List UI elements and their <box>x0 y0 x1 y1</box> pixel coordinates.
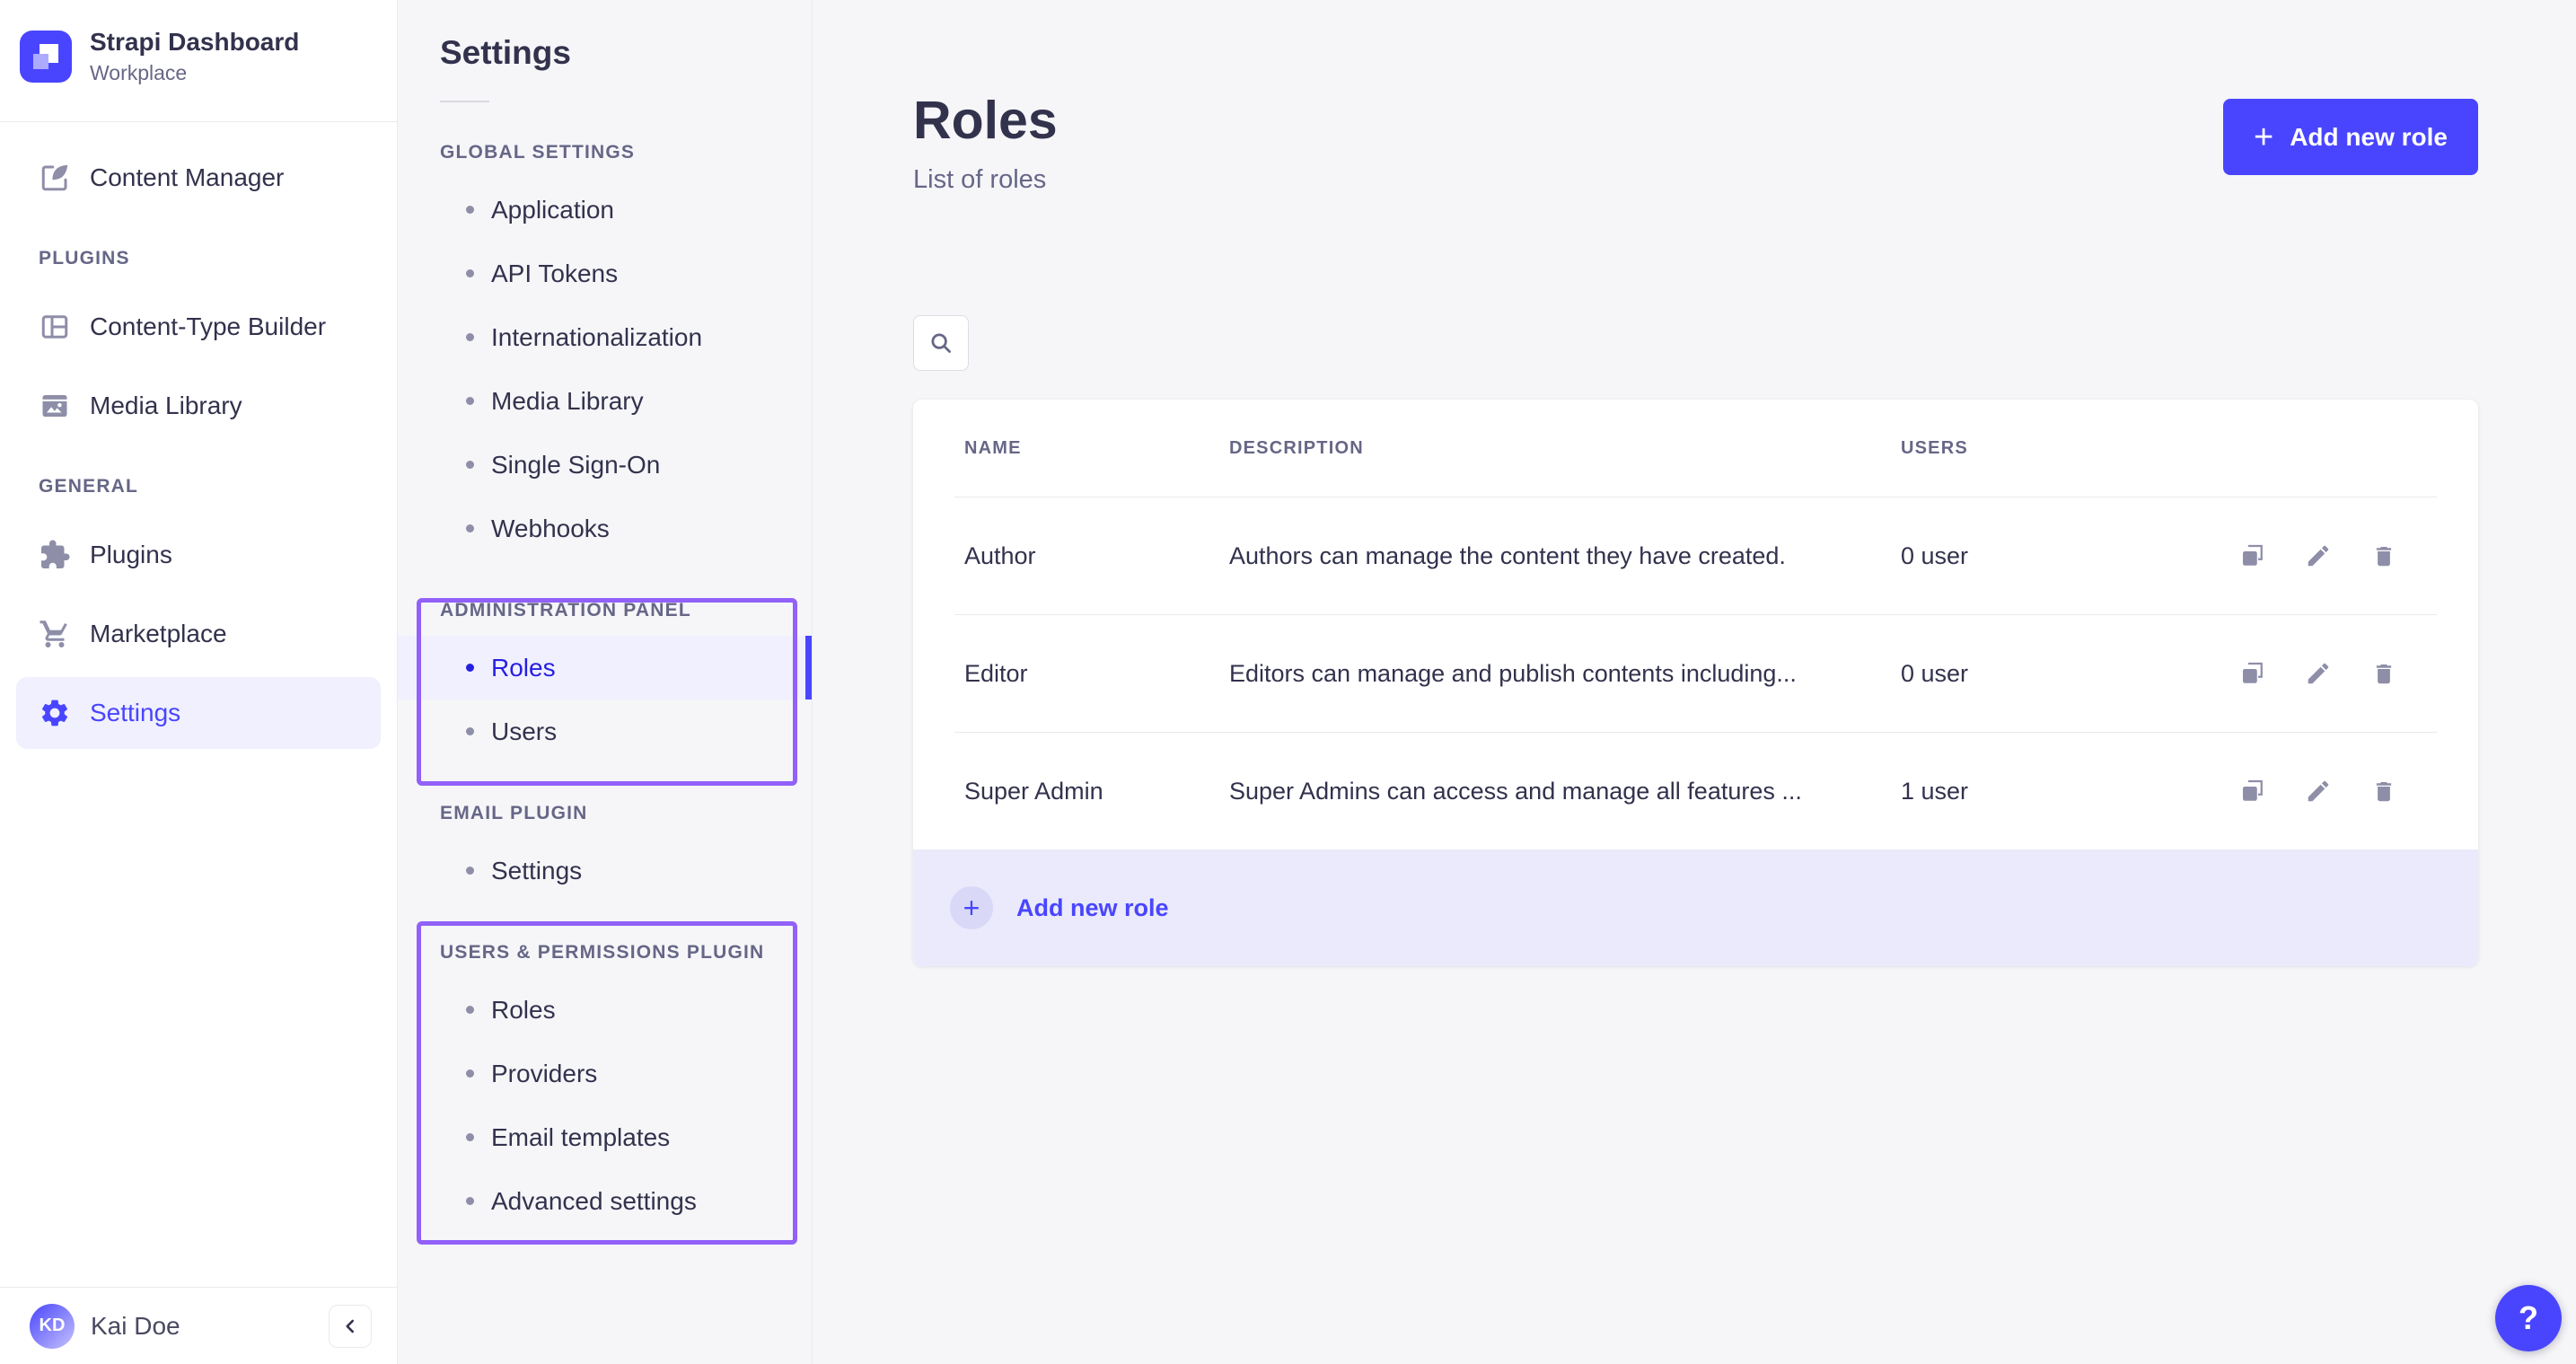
page-subtitle: List of roles <box>913 165 1058 195</box>
footer-add-role-label: Add new role <box>1016 894 1169 922</box>
settings-subnav-title: Settings <box>440 34 812 72</box>
row-actions <box>2236 542 2397 569</box>
sidebar-section-general: GENERAL <box>39 476 397 497</box>
subnav-section-administration-panel: ADMINISTRATION PANEL <box>440 600 812 621</box>
role-users-count: 0 user <box>1901 542 2236 570</box>
duplicate-role-button[interactable] <box>2239 542 2266 569</box>
subnav-section-users-permissions-plugin: USERS & PERMISSIONS PLUGIN <box>440 942 812 964</box>
column-header-description: DESCRIPTION <box>1229 438 1901 459</box>
column-header-name: NAME <box>964 438 1229 459</box>
help-button[interactable]: ? <box>2495 1285 2562 1351</box>
delete-role-button[interactable] <box>2370 778 2397 805</box>
table-row-super-admin[interactable]: Super Admin Super Admins can access and … <box>913 733 2478 849</box>
add-new-role-button[interactable]: + Add new role <box>2223 99 2478 175</box>
page-header: Roles List of roles + Add new role <box>913 90 2478 195</box>
sidebar-item-label: Marketplace <box>90 620 227 648</box>
sidebar-item-plugins[interactable]: Plugins <box>16 519 381 591</box>
role-description: Authors can manage the content they have… <box>1229 542 1901 570</box>
role-description: Super Admins can access and manage all f… <box>1229 778 1901 805</box>
subnav-item-media-library[interactable]: Media Library <box>398 369 812 433</box>
sidebar-item-label: Plugins <box>90 541 172 569</box>
sidebar-nav: Content Manager PLUGINS Content-Type Bui… <box>0 122 397 1287</box>
subnav-item-application[interactable]: Application <box>398 178 812 242</box>
strapi-logo-icon <box>20 31 72 83</box>
layout-grid-icon <box>39 311 71 343</box>
delete-role-button[interactable] <box>2370 660 2397 687</box>
roles-table-card: NAME DESCRIPTION USERS Author Authors ca… <box>913 400 2478 966</box>
main-content: Roles List of roles + Add new role NAME … <box>813 0 2576 1364</box>
subnav-item-label: Roles <box>491 654 556 682</box>
sidebar-section-plugins: PLUGINS <box>39 248 397 269</box>
subnav-item-up-roles[interactable]: Roles <box>398 978 812 1042</box>
edit-role-button[interactable] <box>2305 542 2332 569</box>
subnav-item-admin-users[interactable]: Users <box>398 700 812 763</box>
pen-feather-icon <box>39 162 71 194</box>
main-sidebar: Strapi Dashboard Workplace Content Manag… <box>0 0 398 1364</box>
subnav-item-up-providers[interactable]: Providers <box>398 1042 812 1105</box>
row-actions <box>2236 660 2397 687</box>
table-header-row: NAME DESCRIPTION USERS <box>913 400 2478 497</box>
subnav-item-internationalization[interactable]: Internationalization <box>398 305 812 369</box>
chevron-left-icon <box>338 1315 362 1338</box>
role-users-count: 1 user <box>1901 778 2236 805</box>
role-name: Editor <box>964 660 1229 688</box>
workspace-brand[interactable]: Strapi Dashboard Workplace <box>0 0 397 121</box>
settings-title-divider <box>440 101 489 102</box>
sidebar-item-label: Media Library <box>90 392 242 420</box>
role-description: Editors can manage and publish contents … <box>1229 660 1901 688</box>
subnav-item-single-sign-on[interactable]: Single Sign-On <box>398 433 812 497</box>
sidebar-item-content-type-builder[interactable]: Content-Type Builder <box>16 291 381 363</box>
puzzle-icon <box>39 539 71 571</box>
shopping-cart-icon <box>39 618 71 650</box>
search-button[interactable] <box>913 315 969 371</box>
duplicate-role-button[interactable] <box>2239 778 2266 805</box>
page-title: Roles <box>913 90 1058 151</box>
role-name: Author <box>964 542 1229 570</box>
active-indicator <box>805 636 812 700</box>
delete-role-button[interactable] <box>2370 542 2397 569</box>
plus-icon: + <box>2254 120 2273 154</box>
workspace-title: Strapi Dashboard <box>90 28 299 57</box>
edit-role-button[interactable] <box>2305 778 2332 805</box>
edit-role-button[interactable] <box>2305 660 2332 687</box>
subnav-item-admin-roles[interactable]: Roles <box>398 636 812 700</box>
workspace-subtitle: Workplace <box>90 61 299 85</box>
sidebar-footer: KD Kai Doe <box>0 1287 397 1364</box>
subnav-item-up-email-templates[interactable]: Email templates <box>398 1105 812 1169</box>
role-name: Super Admin <box>964 778 1229 805</box>
subnav-item-email-settings[interactable]: Settings <box>398 839 812 902</box>
gear-icon <box>39 697 71 729</box>
sidebar-item-content-manager[interactable]: Content Manager <box>16 142 381 214</box>
sidebar-item-label: Content Manager <box>90 163 284 192</box>
sidebar-item-marketplace[interactable]: Marketplace <box>16 598 381 670</box>
sidebar-item-label: Content-Type Builder <box>90 312 326 341</box>
sidebar-item-settings[interactable]: Settings <box>16 677 381 749</box>
avatar[interactable]: KD <box>30 1304 75 1349</box>
subnav-item-api-tokens[interactable]: API Tokens <box>398 242 812 305</box>
row-actions <box>2236 778 2397 805</box>
duplicate-role-button[interactable] <box>2239 660 2266 687</box>
user-name: Kai Doe <box>91 1312 329 1341</box>
column-header-users: USERS <box>1901 438 2236 459</box>
add-new-role-button-label: Add new role <box>2290 123 2448 152</box>
subnav-item-webhooks[interactable]: Webhooks <box>398 497 812 560</box>
settings-subnav: Settings GLOBAL SETTINGS Application API… <box>398 0 813 1364</box>
picture-icon <box>39 390 71 422</box>
subnav-section-global-settings: GLOBAL SETTINGS <box>440 142 812 163</box>
collapse-sidebar-button[interactable] <box>329 1305 372 1348</box>
table-row-editor[interactable]: Editor Editors can manage and publish co… <box>913 615 2478 732</box>
subnav-item-up-advanced-settings[interactable]: Advanced settings <box>398 1169 812 1233</box>
table-footer-add-role[interactable]: + Add new role <box>913 849 2478 966</box>
sidebar-item-label: Settings <box>90 699 180 727</box>
sidebar-item-media-library[interactable]: Media Library <box>16 370 381 442</box>
role-users-count: 0 user <box>1901 660 2236 688</box>
plus-circle-icon: + <box>950 886 993 929</box>
subnav-section-email-plugin: EMAIL PLUGIN <box>440 803 812 824</box>
table-row-author[interactable]: Author Authors can manage the content th… <box>913 497 2478 614</box>
search-icon <box>928 330 954 356</box>
